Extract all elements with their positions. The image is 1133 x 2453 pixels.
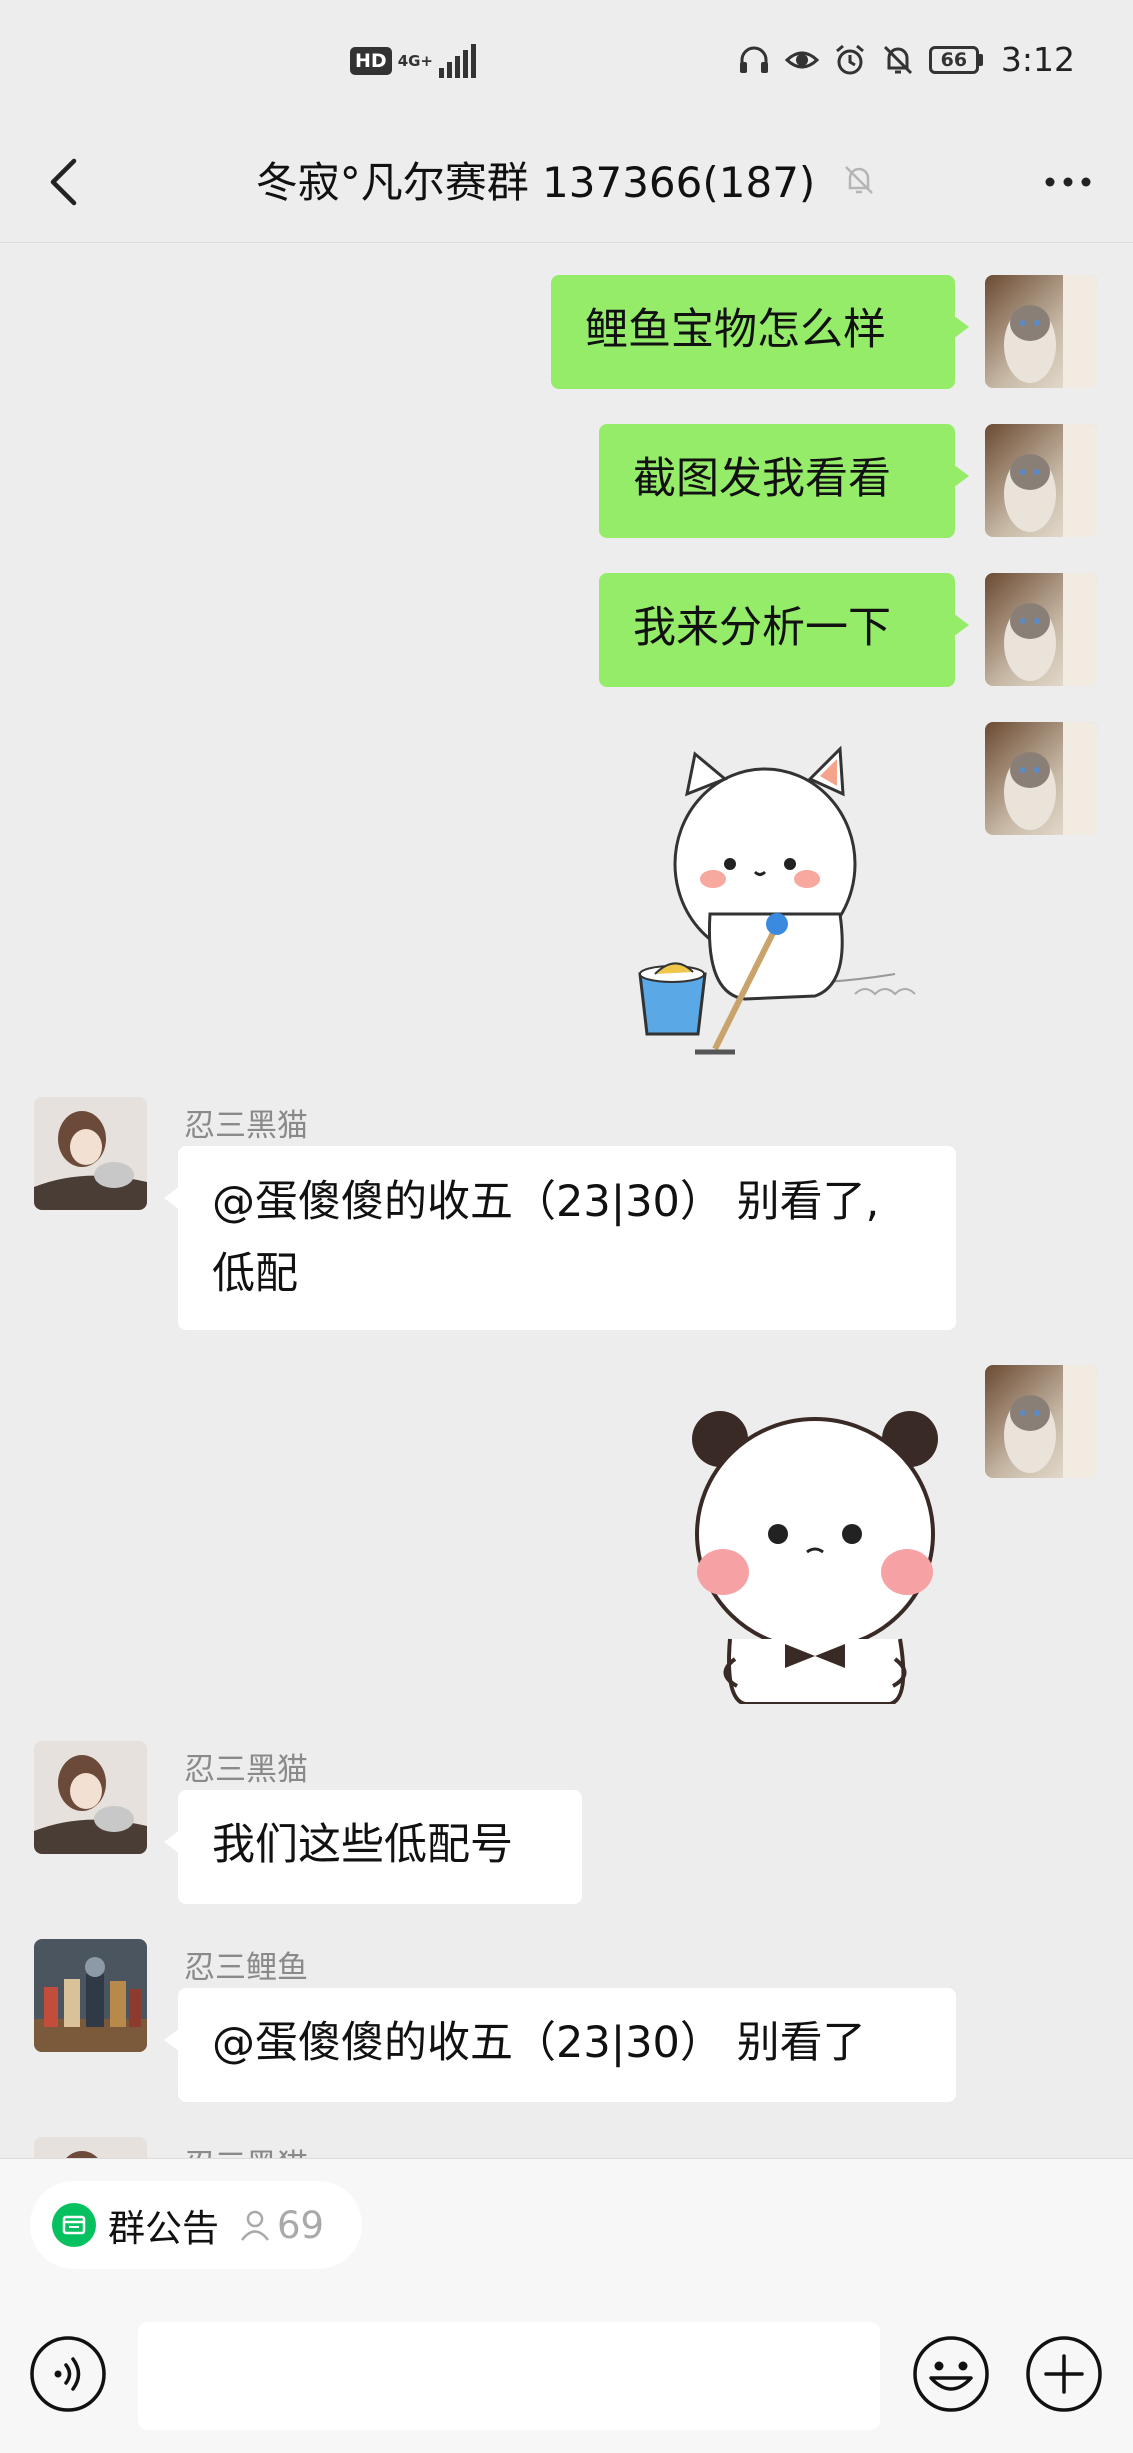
status-bar: HD 4G+ 66 3:12 [0, 0, 1133, 125]
emoji-icon[interactable] [911, 2334, 991, 2414]
eye-icon [784, 51, 819, 68]
self-avatar[interactable] [985, 424, 1098, 537]
plus-circle-icon[interactable] [1024, 2334, 1104, 2414]
message-bubble[interactable]: @蛋傻傻的收五（23|30） 别看了 [164, 1988, 956, 2102]
message-text: 截图发我看看 [633, 454, 891, 504]
sender-name: 忍三黑猫 [184, 2140, 308, 2158]
title-group: 冬寂°凡尔赛群 137366(187) [0, 149, 1133, 210]
system-indicators: 66 3:12 [737, 40, 1075, 79]
muted-bell-icon [845, 165, 874, 194]
more-dots-icon[interactable] [1033, 147, 1103, 217]
bottom-bar: 群公告 69 [0, 2158, 1133, 2453]
chat-header: 冬寂°凡尔赛群 137366(187) [0, 125, 1133, 243]
clock: 3:12 [1000, 40, 1075, 79]
message-text: @蛋傻傻的收五（23|30） 别看了 [212, 2018, 866, 2068]
self-avatar[interactable] [985, 722, 1098, 835]
message-input[interactable] [138, 2322, 880, 2430]
group-notice-chip[interactable]: 群公告 69 [30, 2181, 362, 2269]
self-avatar[interactable] [985, 573, 1098, 686]
bell-off-icon [883, 45, 912, 74]
member-count: 69 [237, 2204, 324, 2247]
message-bubble[interactable]: @蛋傻傻的收五（23|30） 别看了, 低配 [164, 1146, 956, 1330]
member-avatar[interactable] [34, 2137, 147, 2158]
sticker-cat-mopping[interactable] [615, 734, 955, 1064]
message-text: 我来分析一下 [633, 603, 891, 653]
network-indicators: HD 4G+ [350, 44, 477, 78]
signal-icon [439, 44, 477, 78]
alarm-icon [835, 44, 864, 74]
member-count-value: 69 [277, 2203, 325, 2247]
message-bubble[interactable]: 鲤鱼宝物怎么样 [551, 275, 969, 389]
sticker-panda-bear[interactable] [675, 1394, 955, 1704]
sender-name: 忍三黑猫 [184, 1108, 308, 1144]
voice-icon[interactable] [28, 2334, 108, 2414]
battery-icon: 66 [928, 45, 983, 74]
battery-level: 66 [928, 45, 979, 74]
hd-badge: HD [350, 47, 392, 75]
message-list[interactable]: 鲤鱼宝物怎么样 截图发我看看 我来分析一下 忍三黑猫 @蛋傻傻的收五（23|30… [0, 244, 1133, 2158]
message-bubble[interactable]: 我们这些低配号 [164, 1790, 582, 1904]
sender-name: 忍三鲤鱼 [184, 1950, 308, 1986]
self-avatar[interactable] [985, 275, 1098, 388]
message-text-line: 低配 [212, 1249, 298, 1299]
network-type: 4G+ [397, 52, 434, 70]
announcement-icon [52, 2203, 96, 2247]
sender-name: 忍三黑猫 [184, 1752, 308, 1788]
headphones-icon [739, 46, 768, 73]
message-text: 鲤鱼宝物怎么样 [585, 305, 886, 355]
self-avatar[interactable] [985, 1365, 1098, 1478]
member-avatar[interactable] [34, 1097, 147, 1210]
message-text-line: @蛋傻傻的收五（23|30） 别看了, [212, 1177, 880, 1227]
group-notice-label: 群公告 [108, 2207, 219, 2250]
member-avatar[interactable] [34, 1939, 147, 2052]
message-bubble[interactable]: 我来分析一下 [599, 573, 969, 687]
message-bubble[interactable]: 截图发我看看 [599, 424, 969, 538]
message-text: 我们这些低配号 [212, 1820, 513, 1870]
person-icon [241, 2210, 269, 2241]
member-avatar[interactable] [34, 1741, 147, 1854]
chat-title[interactable]: 冬寂°凡尔赛群 137366(187) [256, 149, 816, 210]
